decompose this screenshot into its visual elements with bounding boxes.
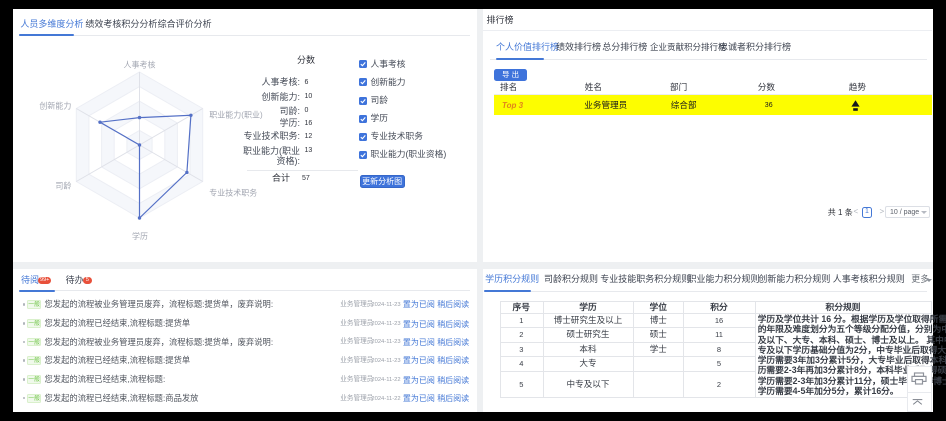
svg-text:专业技术职务: 专业技术职务	[209, 188, 257, 198]
svg-text:学历: 学历	[132, 231, 148, 241]
svg-text:人事考核: 人事考核	[124, 60, 156, 70]
svg-text:创新能力: 创新能力	[39, 101, 71, 111]
svg-text:司龄: 司龄	[55, 181, 71, 191]
svg-text:职业能力(职业): 职业能力(职业)	[209, 110, 263, 120]
